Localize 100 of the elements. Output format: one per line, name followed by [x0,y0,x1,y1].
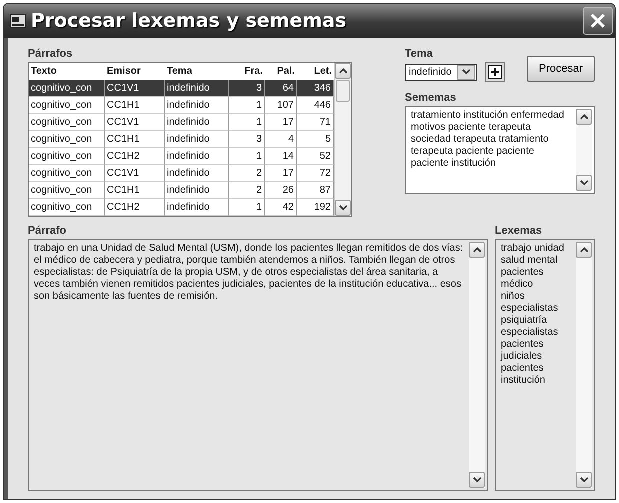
chevron-down-icon [580,180,588,186]
table-cell: cognitivo_con [29,182,105,199]
column-header[interactable]: Fra. [229,63,265,80]
table-cell: 3 [229,131,265,148]
table-cell: cognitivo_con [29,165,105,182]
chevron-up-icon [580,114,588,120]
paragraph-text: trabajo en una Unidad de Salud Mental (USM), donde los pacientes llegan remitidos de dos vías: el médico de cabecera y pediatra, porque también atendemos a niños. También llegan de otros especialistas: de Psiquiatría de la propia USM, y de otros especialistas del área sanitaria, a veces también vienen remitidos pacientes judiciales, pacientes de la institución educativa... esos son básicamente las fuentes de remisión. [34,243,464,303]
text-line: trabajo unidad [501,243,566,255]
column-header[interactable]: Emisor [105,63,165,80]
section-label: Lexemas [495,225,544,237]
table-cell: cognitivo_con [29,131,105,148]
scrollbar[interactable] [334,63,351,216]
table-cell: CC1H1 [105,131,165,148]
table-cell: CC1H1 [105,97,165,114]
chevron-down-icon [462,69,470,75]
table-cell: CC1H2 [105,199,165,216]
close-button[interactable] [583,7,613,35]
close-icon [590,13,606,29]
topic-dropdown[interactable]: indefinido [405,64,477,80]
table-cell: indefinido [165,114,229,131]
text-line: institución [501,375,546,387]
scroll-down-button[interactable] [335,200,351,216]
chevron-down-icon [338,205,348,211]
section-label: Párrafo [28,225,68,237]
table-cell: 1 [229,148,265,165]
process-button[interactable]: Procesar [527,56,595,82]
scroll-thumb[interactable] [336,80,350,102]
window-title: Procesar lexemas y sememas [31,10,348,32]
table-row[interactable]: cognitivo_con CC1V1 indefinido 1 17 71 [29,114,334,131]
app-icon [10,14,26,28]
sememes-text-area[interactable]: tratamiento institución enfermedad motivos paciente terapeuta sociedad terapeuta tratamiento terapeuta paciente paciente paciente institución [405,106,595,194]
table-cell: cognitivo_con [29,80,105,97]
chevron-up-icon [338,68,348,74]
table-cell: CC1V1 [105,80,165,97]
table-cell: cognitivo_con [29,199,105,216]
section-label: Párrafos [28,48,74,60]
table-cell: 64 [265,80,297,97]
table-cell: CC1H1 [105,182,165,199]
table-row[interactable]: cognitivo_con CC1H2 indefinido 1 14 52 [29,148,334,165]
table-cell: 2 [229,165,265,182]
lexemes-text-area[interactable]: trabajo unidad salud mental pacientes médico niños especialistas psiquiatría especialistas pacientes judiciales pacientes institución [495,239,595,491]
table-cell: indefinido [165,80,229,97]
text-line: paciente institución [411,158,498,170]
table-cell: cognitivo_con [29,148,105,165]
table-cell: cognitivo_con [29,114,105,131]
table-row[interactable]: cognitivo_con CC1V1 indefinido 2 17 72 [29,165,334,182]
text-line: salud mental [501,255,559,267]
scroll-up-button[interactable] [576,109,592,125]
table-cell: indefinido [165,148,229,165]
column-header[interactable]: Pal. [265,63,297,80]
column-header[interactable]: Let. [297,63,334,80]
table-cell: 2 [229,182,265,199]
table-cell: indefinido [165,182,229,199]
plus-box-icon [488,65,502,79]
table-row[interactable]: cognitivo_con CC1H1 indefinido 1 107 446 [29,97,334,114]
table-row[interactable]: cognitivo_con CC1H1 indefinido 3 4 5 [29,131,334,148]
scroll-up-button[interactable] [335,63,351,79]
table-cell: 1 [229,97,265,114]
table-row[interactable]: cognitivo_con CC1V1 indefinido 3 64 346 [29,80,334,97]
table-cell: CC1H2 [105,148,165,165]
add-button[interactable] [485,62,505,82]
chevron-down-icon [472,477,482,483]
scroll-up-button[interactable] [576,242,592,258]
scroll-down-button[interactable] [469,472,485,488]
scroll-down-button[interactable] [576,175,592,191]
table-cell: CC1V1 [105,114,165,131]
field-label: Tema [405,48,434,60]
table-cell: indefinido [165,165,229,182]
column-header[interactable]: Tema [165,63,229,80]
section-label: Sememas [405,92,458,104]
scroll-down-button[interactable] [576,472,592,488]
text-line: pacientes [501,339,545,351]
table-cell: 17 [265,114,297,131]
table-cell: 4 [265,131,297,148]
text-line: especialistas [501,327,560,339]
paragraph-text-area[interactable] [28,239,488,491]
text-line: psiquiatría [501,315,548,327]
table-cell: cognitivo_con [29,97,105,114]
table-row[interactable]: cognitivo_con CC1H1 indefinido 2 26 87 [29,182,334,199]
table-cell: 1 [229,114,265,131]
text-line: judiciales [501,351,544,363]
table-cell: 1 [229,199,265,216]
table-cell: indefinido [165,131,229,148]
scroll-up-button[interactable] [469,242,485,258]
table-row[interactable]: cognitivo_con CC1H2 indefinido 1 42 192 [29,199,334,216]
text-line: especialistas [501,303,560,315]
table-cell: 14 [265,148,297,165]
chevron-down-icon [580,477,588,483]
table-cell: 26 [265,182,297,199]
text-line: sociedad terapeuta tratamiento [411,134,550,146]
table-cell: indefinido [165,97,229,114]
column-header[interactable]: Texto [29,63,105,80]
table-cell: 17 [265,165,297,182]
text-line: pacientes [501,363,545,375]
text-line: tratamiento institución enfermedad [411,110,566,122]
chevron-up-icon [580,247,588,253]
table-cell: indefinido [165,199,229,216]
text-line: motivos paciente terapeuta [411,122,532,134]
table-cell: 42 [265,199,297,216]
text-line: niños [501,291,526,303]
